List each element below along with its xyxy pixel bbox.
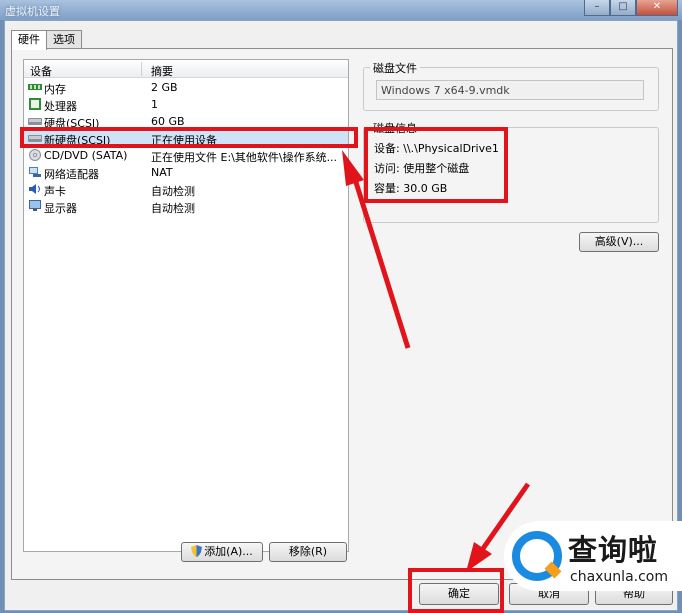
device-name: CD/DVD (SATA) — [44, 149, 128, 162]
hard-disk-icon — [28, 118, 42, 125]
watermark-name: 查询啦 — [568, 533, 659, 567]
column-header-summary[interactable]: 摘要 — [151, 63, 173, 79]
maximize-button[interactable]: □ — [610, 0, 636, 16]
watermark-logo: 查询啦 chaxunla.com — [504, 521, 682, 591]
watermark-domain: chaxunla.com — [570, 569, 668, 585]
memory-icon — [28, 84, 42, 90]
device-name: 网络适配器 — [44, 168, 99, 181]
device-summary: 2 GB — [151, 81, 178, 94]
tab-strip: 硬件 选项 — [11, 30, 82, 50]
device-name: 处理器 — [44, 100, 77, 113]
shield-icon — [191, 545, 203, 557]
search-q-icon — [512, 531, 562, 581]
disk-file-group-title: 磁盘文件 — [370, 60, 420, 76]
network-adapter-icon — [29, 167, 41, 177]
advanced-button[interactable]: 高级(V)... — [579, 232, 659, 252]
close-button[interactable]: ✕ — [636, 0, 678, 16]
device-summary: NAT — [151, 166, 173, 179]
highlight-box-new-disk — [20, 127, 358, 148]
display-icon — [29, 200, 41, 211]
device-summary: 1 — [151, 98, 158, 111]
highlight-box-disk-info — [364, 127, 508, 203]
cd-dvd-icon — [29, 149, 41, 161]
processor-icon — [29, 98, 41, 110]
device-list-header: 设备 摘要 — [24, 60, 348, 78]
column-header-device[interactable]: 设备 — [30, 63, 52, 79]
window-controls: – □ ✕ — [584, 0, 678, 18]
device-name: 声卡 — [44, 185, 66, 198]
window-title: 虚拟机设置 — [5, 5, 60, 18]
highlight-box-ok — [408, 568, 504, 613]
tab-hardware[interactable]: 硬件 — [11, 30, 47, 50]
device-name: 显示器 — [44, 202, 77, 215]
device-row-memory[interactable]: 内存 2 GB — [24, 79, 348, 96]
device-row-network-adapter[interactable]: 网络适配器 NAT — [24, 164, 348, 181]
minimize-button[interactable]: – — [584, 0, 610, 16]
device-row-sound-card[interactable]: 声卡 自动检测 — [24, 181, 348, 198]
device-name: 内存 — [44, 83, 66, 96]
device-row-display[interactable]: 显示器 自动检测 — [24, 198, 348, 215]
add-hardware-button[interactable]: 添加(A)... — [181, 542, 263, 562]
device-summary: 自动检测 — [151, 202, 195, 215]
title-bar: 虚拟机设置 – □ ✕ — [0, 0, 682, 20]
disk-file-field[interactable]: Windows 7 x64-9.vmdk — [376, 80, 644, 100]
device-row-cd-dvd[interactable]: CD/DVD (SATA) 正在使用文件 E:\其他软件\操作系统... — [24, 147, 348, 164]
disk-file-group: 磁盘文件 Windows 7 x64-9.vmdk — [363, 60, 659, 111]
add-button-label: 添加(A)... — [204, 545, 253, 558]
tab-options[interactable]: 选项 — [46, 30, 82, 49]
device-summary: 正在使用文件 E:\其他软件\操作系统... — [151, 151, 338, 164]
sound-card-icon — [29, 184, 40, 194]
device-summary: 自动检测 — [151, 185, 195, 198]
device-row-processor[interactable]: 处理器 1 — [24, 96, 348, 113]
remove-hardware-button[interactable]: 移除(R) — [269, 542, 347, 562]
